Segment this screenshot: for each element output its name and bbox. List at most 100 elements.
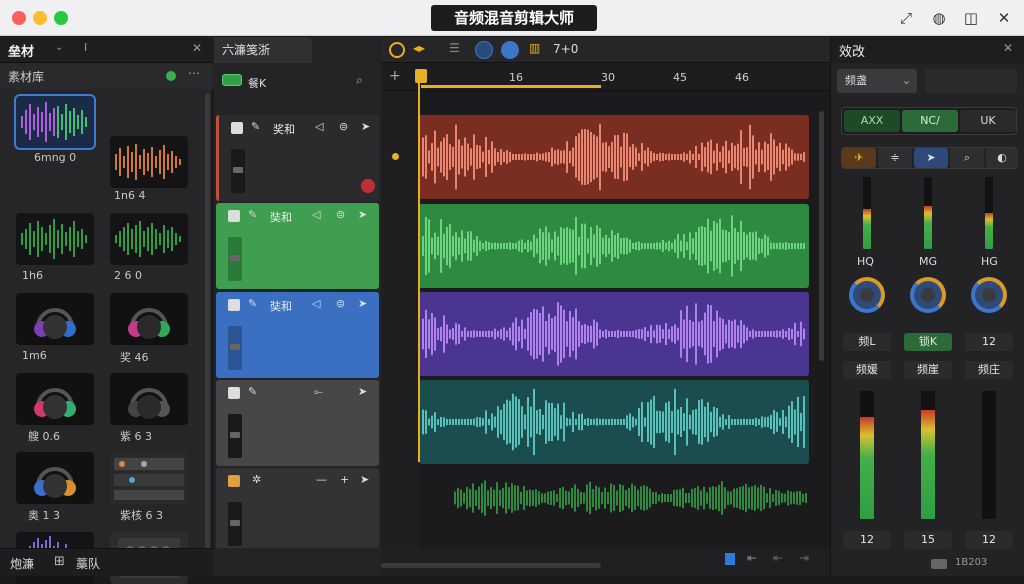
- edit-icon[interactable]: ✎: [251, 120, 260, 133]
- mode-button[interactable]: UK: [960, 110, 1016, 132]
- channel-volume[interactable]: 12: [843, 531, 891, 549]
- nudge-icon[interactable]: ◂▸: [413, 41, 425, 55]
- track-header-1[interactable]: ✎ 奖和 ◁ ⊜ ➤: [216, 115, 379, 201]
- library-item-headphones-2[interactable]: [110, 293, 188, 345]
- playhead-handle[interactable]: [415, 69, 427, 83]
- track-fader[interactable]: [228, 326, 242, 370]
- track-panel-tab[interactable]: 六濂笺浙: [214, 37, 312, 63]
- fader-meter-1[interactable]: [860, 391, 874, 519]
- record-button[interactable]: [361, 179, 375, 193]
- more-icon[interactable]: ⋯: [188, 66, 200, 80]
- grid-icon[interactable]: ⊞: [54, 554, 65, 569]
- globe-icon[interactable]: ◍: [930, 9, 948, 27]
- close-panel-icon[interactable]: ✕: [192, 41, 202, 55]
- marker-dot[interactable]: [392, 153, 399, 160]
- footer-right-label[interactable]: 藁队: [76, 555, 100, 572]
- minimize-traffic-light[interactable]: [33, 11, 47, 25]
- close-traffic-light[interactable]: [12, 11, 26, 25]
- pan-knob-2[interactable]: [910, 277, 946, 313]
- library-scrollbar[interactable]: [205, 93, 210, 573]
- pan-knob-1[interactable]: [849, 277, 885, 313]
- half-circle-icon[interactable]: ◐: [986, 148, 1018, 168]
- add-icon[interactable]: +: [340, 473, 349, 486]
- channel-sub-button[interactable]: 频媛: [843, 361, 891, 379]
- track-filter-toggle[interactable]: [222, 74, 242, 86]
- volume-icon[interactable]: ◁: [315, 120, 323, 133]
- channel-sub-button[interactable]: 频庄: [965, 361, 1013, 379]
- loop-range[interactable]: [421, 85, 601, 88]
- library-item-audio-1[interactable]: [14, 94, 96, 150]
- close-panel-icon[interactable]: ✕: [1003, 41, 1013, 55]
- preset-dropdown[interactable]: 频盏 ⌄: [837, 69, 917, 93]
- track-fader[interactable]: [228, 502, 242, 546]
- audio-clip-3[interactable]: [419, 292, 809, 376]
- mixer-tool-icon[interactable]: ≑: [878, 148, 912, 168]
- select-tool-icon[interactable]: ➤: [914, 148, 948, 168]
- channel-volume[interactable]: 12: [965, 531, 1013, 549]
- list-icon[interactable]: ☰: [449, 41, 460, 55]
- track-header-4[interactable]: ✎ ⟜ ➤: [216, 380, 379, 466]
- step-forward-icon[interactable]: ⇥: [799, 551, 809, 565]
- go-start-icon[interactable]: ⇤: [747, 551, 757, 565]
- library-item-headphones-4[interactable]: [110, 373, 188, 425]
- bars-icon[interactable]: ▥: [529, 41, 540, 55]
- library-item-audio-3[interactable]: [16, 213, 94, 265]
- track-header-2[interactable]: ✎ 奘和 ◁ ⊜ ➤: [216, 203, 379, 289]
- snap-icon[interactable]: [501, 41, 519, 59]
- timeline-scrollbar[interactable]: [819, 111, 824, 361]
- mode-button[interactable]: NC/: [902, 110, 958, 132]
- library-item-headphones-3[interactable]: [16, 373, 94, 425]
- library-item-audio-2[interactable]: [110, 136, 188, 188]
- zoom-traffic-light[interactable]: [54, 11, 68, 25]
- target-icon[interactable]: [475, 41, 493, 59]
- footer-left-label[interactable]: 炮濂: [10, 555, 34, 572]
- edit-icon[interactable]: ✎: [248, 208, 257, 221]
- clock-icon[interactable]: [389, 42, 405, 58]
- expand-icon[interactable]: ⤢: [897, 9, 915, 27]
- zoom-tool-icon[interactable]: ⌕: [950, 148, 984, 168]
- arrow-icon[interactable]: ➤: [358, 208, 367, 221]
- toggle-icon[interactable]: [931, 559, 947, 569]
- speaker-icon[interactable]: [725, 553, 735, 565]
- chevron-down-icon[interactable]: ⌄: [55, 42, 63, 53]
- timeline-ruler[interactable]: + 16 30 45 46: [381, 63, 830, 91]
- channel-button[interactable]: 频L: [843, 333, 891, 351]
- pan-knob-3[interactable]: [971, 277, 1007, 313]
- arrow-icon[interactable]: ➤: [361, 120, 370, 133]
- arrow-icon[interactable]: ➤: [358, 297, 367, 310]
- channel-button[interactable]: 锁K: [904, 333, 952, 351]
- channel-volume[interactable]: 15: [904, 531, 952, 549]
- pan-slider[interactable]: ⟜: [314, 385, 323, 399]
- library-tab[interactable]: 垒材: [8, 41, 34, 60]
- track-header-5[interactable]: ✲ — + ➤: [216, 468, 379, 548]
- playhead[interactable]: [418, 72, 420, 462]
- search-field[interactable]: [925, 69, 1017, 93]
- fader-meter-3[interactable]: [982, 391, 996, 519]
- edit-icon[interactable]: ✎: [248, 385, 257, 398]
- settings-icon[interactable]: ⊜: [336, 297, 345, 310]
- track-fader[interactable]: [228, 237, 242, 281]
- track-fader[interactable]: [231, 149, 245, 193]
- settings-icon[interactable]: ⊜: [339, 120, 348, 133]
- library-item-headphones-5[interactable]: [16, 452, 94, 504]
- track-fader[interactable]: [228, 414, 242, 458]
- horizontal-scrollbar[interactable]: [381, 563, 601, 568]
- volume-icon[interactable]: ◁: [312, 208, 320, 221]
- channel-button[interactable]: 12: [965, 333, 1013, 351]
- tempo-label[interactable]: 7+0: [553, 42, 578, 56]
- volume-icon[interactable]: ◁: [312, 297, 320, 310]
- audio-clip-1[interactable]: [419, 115, 809, 199]
- gear-icon[interactable]: ✲: [252, 473, 261, 486]
- effects-tab[interactable]: 效改: [839, 41, 865, 60]
- search-icon[interactable]: ⌕: [356, 73, 363, 88]
- edit-icon[interactable]: ✎: [248, 297, 257, 310]
- add-marker-icon[interactable]: +: [389, 68, 401, 84]
- track-header-3[interactable]: ✎ 奘和 ◁ ⊜ ➤: [216, 292, 379, 378]
- library-item-rack-1[interactable]: [110, 452, 188, 504]
- mode-button[interactable]: AXX: [844, 110, 900, 132]
- pointer-tool-icon[interactable]: ✈: [842, 148, 876, 168]
- sidebar-icon[interactable]: ◫: [962, 9, 980, 27]
- audio-clip-4[interactable]: [419, 380, 809, 464]
- audio-clip-2[interactable]: [419, 204, 809, 288]
- close-icon[interactable]: ✕: [995, 9, 1013, 27]
